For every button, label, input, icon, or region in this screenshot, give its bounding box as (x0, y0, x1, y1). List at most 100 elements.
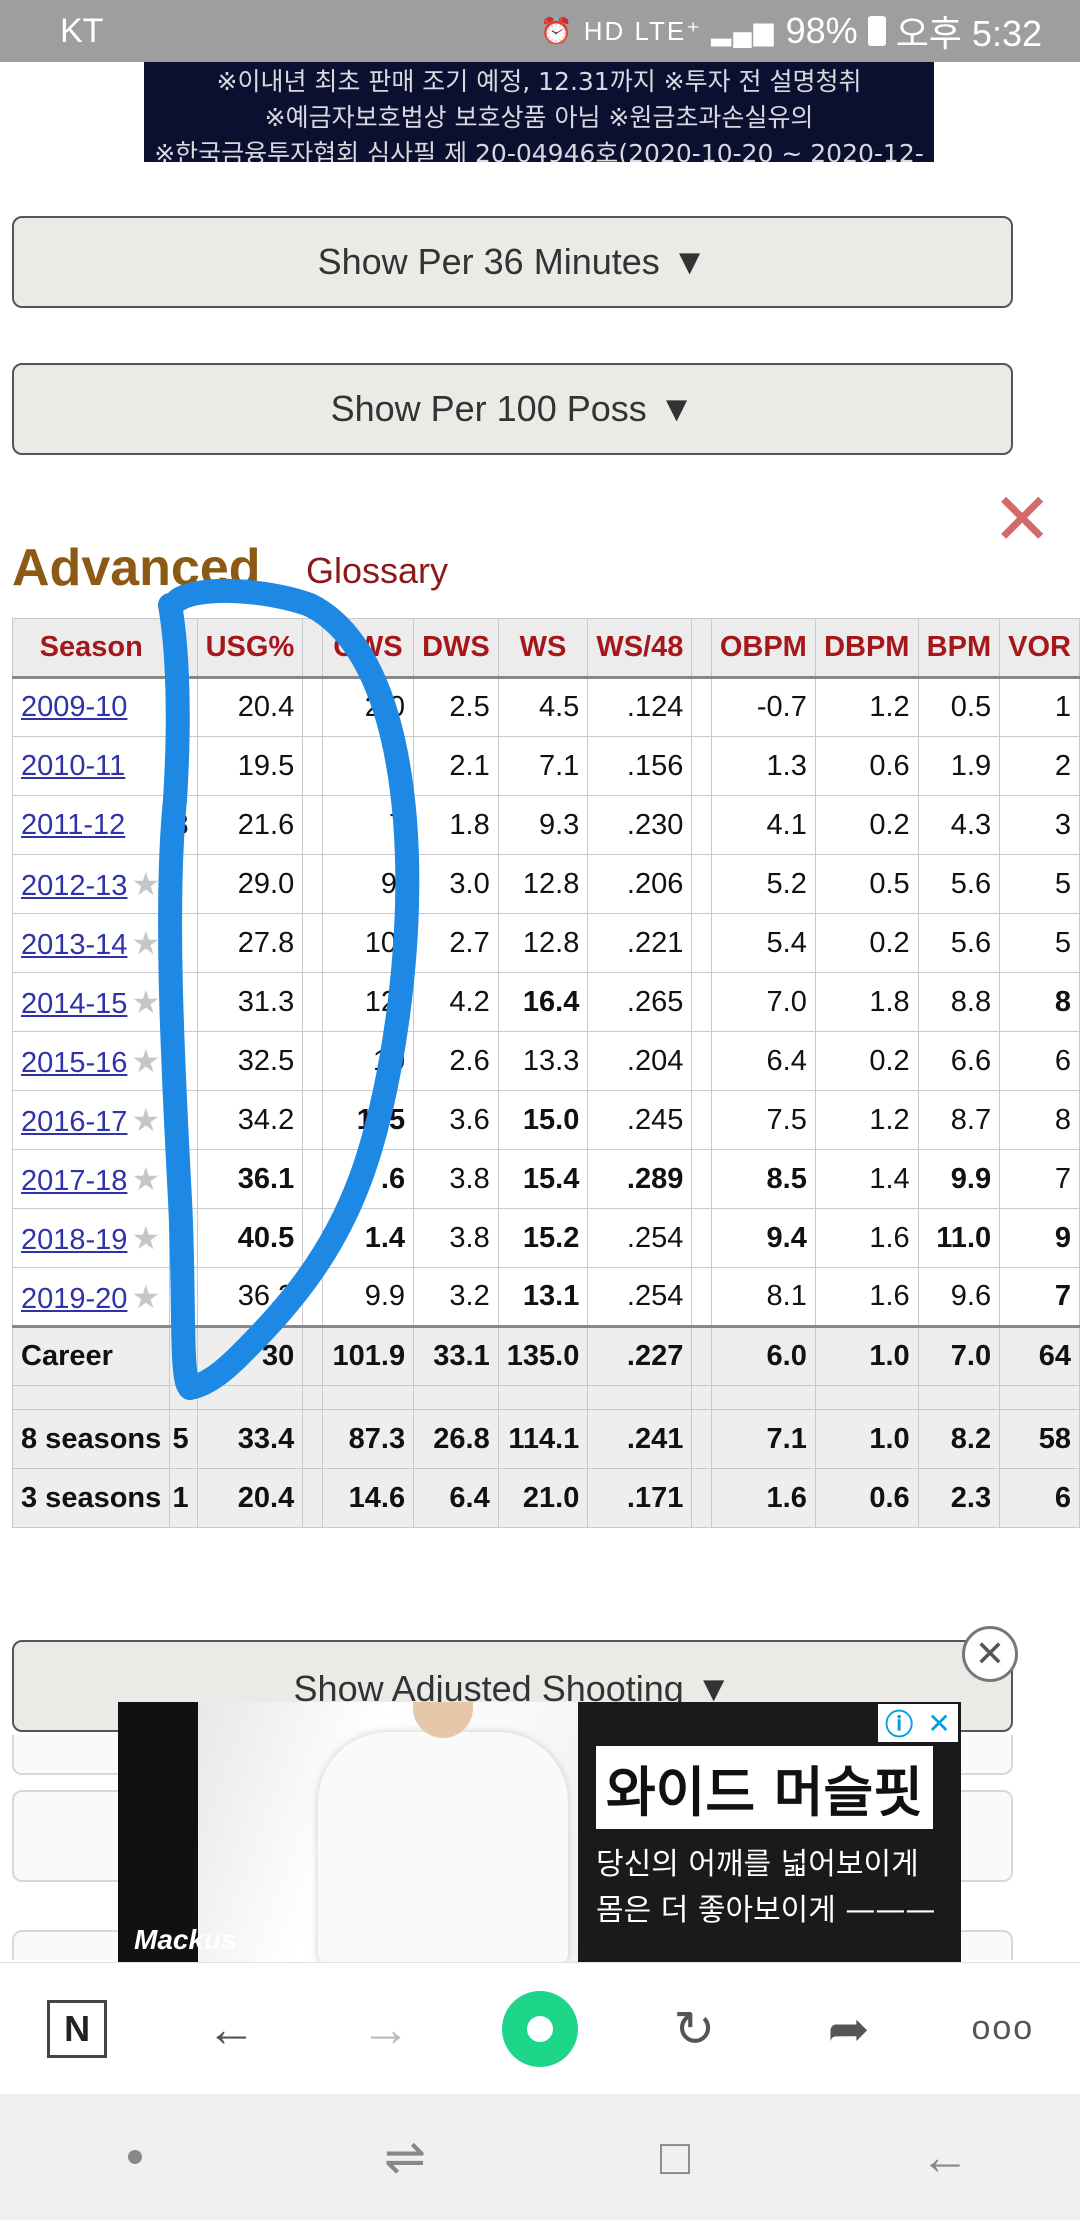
caret-down-icon: ▼ (658, 388, 695, 429)
back-arrow-icon[interactable]: ← (186, 1984, 276, 2074)
gap-cell (691, 795, 712, 855)
ws-cell-value: 135.0 (506, 1340, 580, 1372)
season-link[interactable]: 2009-10 (21, 691, 127, 723)
bpm-cell: 4.3 (917, 795, 1001, 855)
gap-cell (691, 1267, 712, 1327)
bpm-cell-value: 2.3 (950, 1481, 992, 1514)
glossary-link[interactable]: Glossary (306, 550, 448, 592)
dws-cell: 2.7 (413, 913, 499, 973)
usg-cell-value: 30 (261, 1340, 295, 1372)
col-header-season[interactable]: Season (11, 618, 171, 679)
bpm-cell: 11.0 (917, 1208, 1001, 1268)
cut-cell-value: 8 (172, 808, 189, 841)
usg-cell: 20.4 (196, 1468, 304, 1528)
bpm-cell-value: 5.6 (950, 926, 992, 959)
table-row: 2019-20 ★ 2 36.3 9.9 3.2 13.1.254 8.1 1.6 9.6 7 (11, 1267, 1080, 1327)
ws-cell-value: 114.1 (508, 1422, 580, 1455)
cut-cell-value: 5 (172, 1221, 189, 1254)
gap-cell (691, 1208, 712, 1268)
season-link[interactable]: 2018-19 (21, 1224, 127, 1256)
close-icon[interactable]: ✕ (927, 1707, 950, 1740)
col-header-ows[interactable]: OWS (321, 618, 415, 679)
cut-cell (169, 854, 198, 914)
season-cell: 2015-16 ★ (11, 1031, 171, 1091)
show-per-36-button[interactable]: Show Per 36 Minutes ▼ (12, 216, 1013, 308)
ows-cell: 14.6 (321, 1468, 415, 1528)
bottom-ad-banner[interactable]: Mackus 와이드 머슬핏 당신의 어깨를 넓어보이게 몸은 더 좋아보이게 … (118, 1702, 961, 1964)
spacer-cell (710, 1385, 816, 1410)
col-header-ws48[interactable]: WS/48 (587, 618, 693, 679)
dbpm-cell-value: 1.2 (869, 1103, 910, 1136)
ws-cell: 7.1 (497, 736, 589, 796)
dbpm-cell: 0.2 (814, 795, 919, 855)
dws-cell: 3.6 (413, 1090, 499, 1150)
ows-cell: 9.9 (321, 1267, 415, 1327)
bpm-cell: 9.9 (917, 1149, 1001, 1209)
spacer-cell (814, 1385, 919, 1410)
season-link[interactable]: 2010-11 (21, 750, 125, 782)
col-header-ws[interactable]: WS (497, 618, 589, 679)
spacer-row (11, 1385, 1080, 1410)
nav-back-icon[interactable]: ← (900, 2112, 990, 2202)
ws-cell-value: 13.1 (522, 1280, 580, 1312)
info-icon[interactable]: ⓘ (885, 1703, 913, 1743)
usg-cell-value: 21.6 (237, 808, 295, 841)
top-ad-line: ※예금자보호법상 보호상품 아님 ※원금초과손실유의 (264, 103, 814, 132)
ws-cell-value: 4.5 (539, 691, 580, 723)
season-link[interactable]: 2019-20 (21, 1283, 127, 1315)
bpm-cell-value: 6.6 (950, 1044, 992, 1077)
naver-home-button[interactable]: N (32, 1984, 122, 2074)
nav-dot-button[interactable] (90, 2112, 180, 2202)
gap-cell (302, 1208, 323, 1268)
col-header-vor[interactable]: VOR (999, 618, 1080, 679)
season-cell: 2012-13 ★ (11, 854, 171, 914)
green-dot-button[interactable] (495, 1984, 585, 2074)
season-link[interactable]: 2012-13 (21, 870, 127, 902)
table-row: 2016-17 ★ 34.2 1 .5 3.6 15.0 .245 7.5 1.2 8.7 8 (11, 1090, 1080, 1150)
ws48-cell-value: .227 (626, 1340, 684, 1372)
section-title: Advanced (12, 539, 261, 597)
bpm-cell-value: 5.6 (950, 867, 992, 900)
cut-cell-value: 5 (172, 1422, 189, 1455)
ws48-cell-value: .204 (626, 1044, 684, 1077)
season-cell: 2011-12 (11, 795, 171, 855)
home-icon[interactable]: □ (630, 2112, 720, 2202)
col-header-obpm[interactable]: OBPM (710, 618, 816, 679)
ws48-cell-value: .241 (626, 1422, 684, 1455)
recent-apps-icon[interactable]: ⇌ (360, 2112, 450, 2202)
reload-icon[interactable]: ↻ (649, 1984, 739, 2074)
vor-cell-value: 5 (1054, 926, 1071, 959)
col-header-dws[interactable]: DWS (413, 618, 499, 679)
close-icon[interactable]: ✕ (992, 484, 1052, 556)
share-icon[interactable]: ➦ (804, 1984, 894, 2074)
dws-cell-value: 1.8 (449, 808, 490, 841)
usg-cell: 36.1 (196, 1149, 304, 1209)
col-header-usg[interactable]: USG% (196, 618, 304, 679)
col-header-bpm[interactable]: BPM (917, 618, 1001, 679)
more-icon[interactable]: ooo (958, 1984, 1048, 2074)
vor-cell-value: 8 (1054, 985, 1071, 1018)
ows-cell: 10 (321, 1031, 415, 1091)
bpm-cell: 5.6 (917, 913, 1001, 973)
season-cell: 2016-17 ★ (11, 1090, 171, 1150)
spacer-cell (917, 1385, 1001, 1410)
top-ad-banner[interactable]: ※이내년 최초 판매 조기 예정, 12.31까지 ※투자 전 설명청취 ※예금… (144, 62, 934, 162)
usg-cell-value: 29.0 (237, 867, 295, 900)
season-link[interactable]: 2015-16 (21, 1047, 127, 1079)
ad-choices[interactable]: ⓘ ✕ (878, 1704, 958, 1742)
col-header-dbpm[interactable]: DBPM (814, 618, 919, 679)
bpm-cell-value: 9.9 (950, 1162, 992, 1195)
bpm-cell-value: 0.5 (950, 691, 992, 723)
season-link[interactable]: 2011-12 (21, 809, 125, 841)
ows-cell: 12. (321, 972, 415, 1032)
show-per-100-button[interactable]: Show Per 100 Poss ▼ (12, 363, 1013, 455)
vor-cell-value: 64 (1038, 1340, 1071, 1372)
season-link[interactable]: 2016-17 (21, 1106, 127, 1138)
season-link[interactable]: 2014-15 (21, 988, 127, 1020)
dws-cell-value: 2.6 (449, 1044, 490, 1077)
forward-arrow-icon[interactable]: → (341, 1984, 431, 2074)
season-link[interactable]: 2017-18 (21, 1165, 127, 1197)
season-link[interactable]: 2013-14 (21, 929, 127, 961)
ad-close-button[interactable]: ✕ (962, 1626, 1018, 1682)
obpm-cell-value: 9.4 (766, 1221, 807, 1254)
